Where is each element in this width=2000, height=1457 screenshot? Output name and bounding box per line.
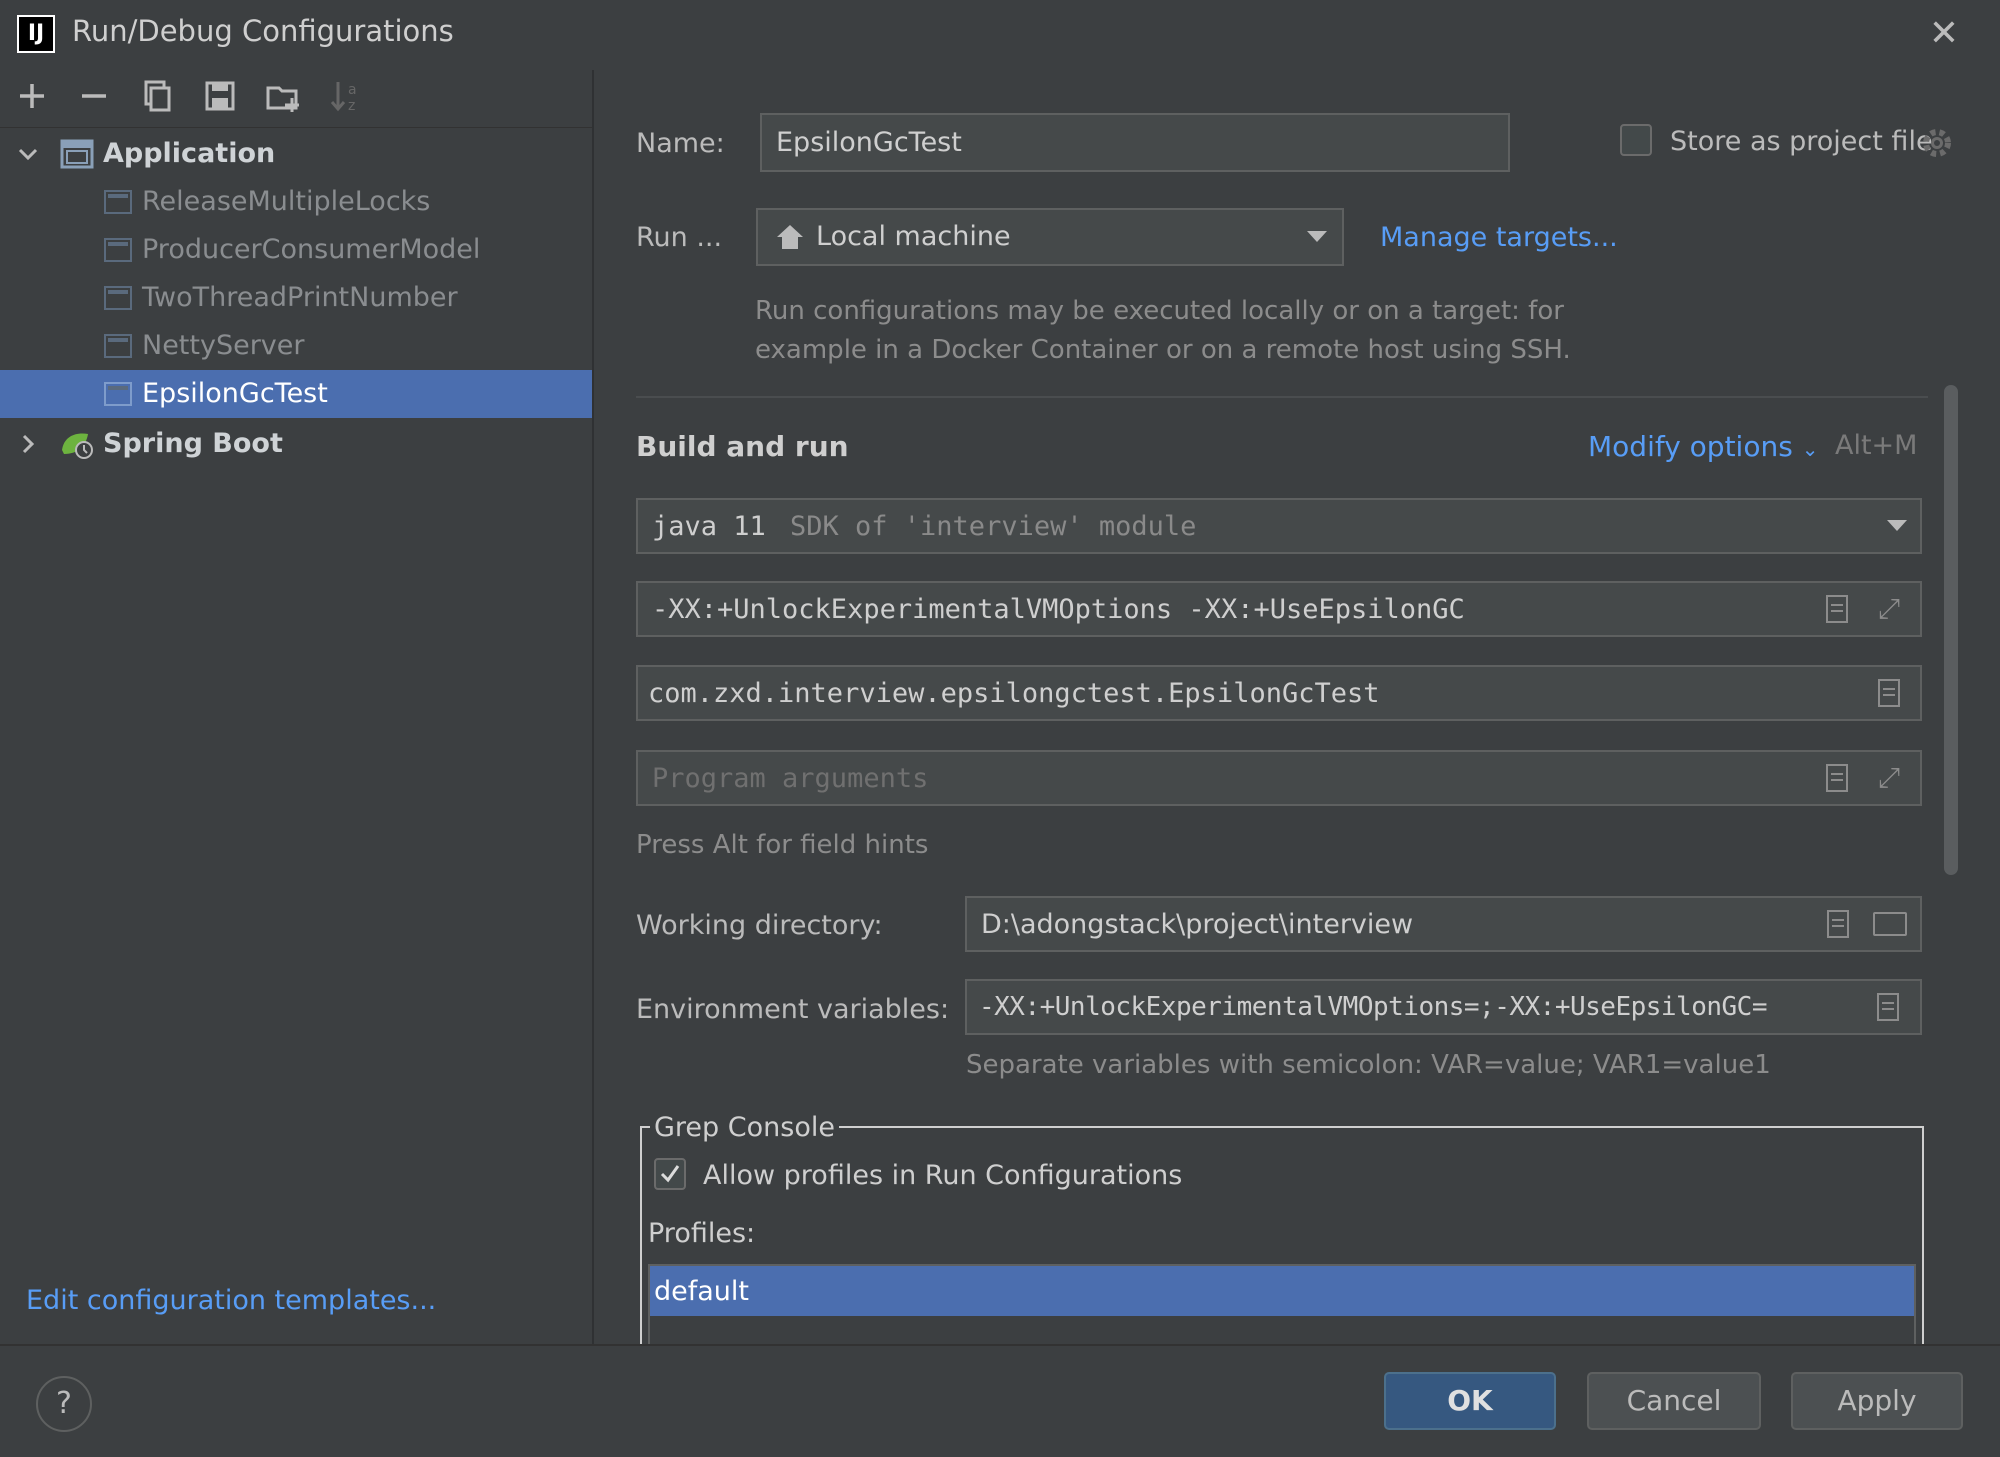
tree-item-producer-consumer-model[interactable]: ProducerConsumerModel bbox=[0, 226, 592, 274]
application-icon bbox=[60, 139, 94, 169]
program-arguments-input[interactable]: Program arguments ⤢ bbox=[636, 750, 1922, 806]
application-config-icon bbox=[104, 238, 132, 262]
document-icon[interactable] bbox=[1878, 679, 1900, 707]
footer-divider bbox=[0, 1344, 2000, 1346]
copy-configuration-button[interactable] bbox=[137, 76, 177, 116]
grep-console-title: Grep Console bbox=[650, 1112, 839, 1143]
chevron-down-icon[interactable] bbox=[16, 142, 40, 166]
document-icon[interactable] bbox=[1877, 993, 1899, 1021]
apply-button[interactable]: Apply bbox=[1791, 1372, 1963, 1430]
toolbar-divider bbox=[0, 127, 592, 128]
sort-configurations-button[interactable]: az bbox=[326, 76, 366, 116]
panel-divider bbox=[592, 70, 594, 1344]
intellij-logo-icon: IJ bbox=[17, 15, 55, 53]
tree-group-application[interactable]: Application bbox=[0, 130, 592, 178]
add-configuration-button[interactable] bbox=[12, 76, 52, 116]
help-button[interactable]: ? bbox=[36, 1376, 92, 1432]
working-directory-label: Working directory: bbox=[636, 910, 883, 941]
run-on-hint-line-2: example in a Docker Container or on a re… bbox=[755, 335, 1571, 365]
profile-item-default[interactable]: default bbox=[650, 1266, 1914, 1316]
chevron-down-icon bbox=[1307, 231, 1327, 242]
application-config-icon bbox=[104, 286, 132, 310]
section-title: Build and run bbox=[636, 430, 849, 463]
store-as-project-file-checkbox[interactable] bbox=[1620, 124, 1652, 156]
working-directory-input[interactable]: D:\adongstack\project\interview bbox=[965, 896, 1922, 952]
environment-variables-input[interactable]: -XX:+UnlockExperimentalVMOptions=;-XX:+U… bbox=[965, 979, 1922, 1035]
application-config-icon bbox=[104, 190, 132, 214]
modify-options-link[interactable]: Modify options ⌄ bbox=[1588, 430, 1818, 463]
save-configuration-button[interactable] bbox=[200, 76, 240, 116]
allow-profiles-checkbox[interactable] bbox=[654, 1158, 686, 1190]
tree-item-label: NettyServer bbox=[142, 330, 305, 361]
run-on-hint-line-1: Run configurations may be executed local… bbox=[755, 296, 1564, 326]
home-icon bbox=[777, 225, 803, 249]
environment-variables-hint: Separate variables with semicolon: VAR=v… bbox=[966, 1050, 1771, 1080]
environment-variables-label: Environment variables: bbox=[636, 994, 950, 1025]
title-bar: IJ Run/Debug Configurations ✕ bbox=[0, 0, 2000, 70]
chevron-right-icon[interactable] bbox=[16, 432, 40, 456]
sort-alphabetically-icon: az bbox=[330, 82, 357, 114]
tree-group-label: Application bbox=[103, 138, 276, 169]
tree-group-label: Spring Boot bbox=[103, 428, 283, 459]
name-input[interactable]: EpsilonGcTest bbox=[760, 113, 1510, 172]
plus-icon bbox=[20, 84, 44, 108]
tree-item-label: ReleaseMultipleLocks bbox=[142, 186, 431, 217]
svg-text:z: z bbox=[348, 98, 355, 114]
field-hints-text: Press Alt for field hints bbox=[636, 830, 929, 860]
tree-item-two-thread-print-number[interactable]: TwoThreadPrintNumber bbox=[0, 274, 592, 322]
main-class-input[interactable]: com.zxd.interview.epsilongctest.EpsilonG… bbox=[636, 665, 1922, 721]
new-folder-icon bbox=[266, 86, 299, 112]
form-scrollbar[interactable] bbox=[1944, 385, 1958, 875]
manage-targets-link[interactable]: Manage targets... bbox=[1380, 222, 1618, 253]
modify-options-shortcut: Alt+M bbox=[1835, 430, 1918, 461]
ok-button[interactable]: OK bbox=[1384, 1372, 1556, 1430]
chevron-down-icon bbox=[1887, 520, 1907, 531]
allow-profiles-label: Allow profiles in Run Configurations bbox=[703, 1160, 1183, 1191]
modify-options-label: Modify options bbox=[1588, 430, 1793, 463]
name-label: Name: bbox=[636, 128, 725, 159]
spring-boot-icon bbox=[62, 433, 93, 459]
move-into-folder-button[interactable] bbox=[263, 76, 303, 116]
tree-item-netty-server[interactable]: NettyServer bbox=[0, 322, 592, 370]
profiles-label: Profiles: bbox=[648, 1218, 756, 1249]
application-config-icon bbox=[104, 382, 132, 406]
chevron-down-icon: ⌄ bbox=[1801, 437, 1819, 461]
copy-icon bbox=[144, 80, 171, 112]
gear-icon[interactable] bbox=[1920, 126, 1954, 160]
svg-text:a: a bbox=[348, 82, 357, 98]
tree-item-label: TwoThreadPrintNumber bbox=[142, 282, 458, 313]
document-icon[interactable] bbox=[1827, 910, 1849, 938]
document-icon[interactable] bbox=[1826, 764, 1848, 792]
tree-item-label: EpsilonGcTest bbox=[142, 378, 328, 409]
folder-icon[interactable] bbox=[1873, 912, 1907, 936]
run-on-dropdown[interactable]: Local machine bbox=[756, 208, 1344, 266]
remove-configuration-button[interactable] bbox=[74, 76, 114, 116]
checkmark-icon bbox=[660, 1165, 680, 1183]
document-icon[interactable] bbox=[1826, 595, 1848, 623]
edit-templates-link[interactable]: Edit configuration templates... bbox=[26, 1285, 436, 1316]
profile-item-label: default bbox=[654, 1276, 750, 1307]
jre-dropdown[interactable]: java 11 SDK of 'interview' module bbox=[636, 498, 1922, 554]
tree-item-release-multiple-locks[interactable]: ReleaseMultipleLocks bbox=[0, 178, 592, 226]
window-title: Run/Debug Configurations bbox=[72, 14, 454, 48]
application-config-icon bbox=[104, 334, 132, 358]
cancel-button[interactable]: Cancel bbox=[1587, 1372, 1761, 1430]
tree-group-spring-boot[interactable]: Spring Boot bbox=[0, 420, 592, 468]
close-icon[interactable]: ✕ bbox=[1924, 14, 1964, 54]
section-divider bbox=[636, 396, 1928, 398]
expand-icon[interactable]: ⤢ bbox=[1874, 763, 1904, 793]
minus-icon bbox=[82, 94, 106, 98]
save-icon bbox=[205, 81, 235, 111]
tree-item-epsilon-gc-test[interactable]: EpsilonGcTest bbox=[0, 370, 592, 418]
run-on-label: Run ... bbox=[636, 222, 723, 253]
expand-icon[interactable]: ⤢ bbox=[1874, 594, 1904, 624]
tree-item-label: ProducerConsumerModel bbox=[142, 234, 481, 265]
store-as-project-file-label: Store as project file bbox=[1670, 126, 1933, 157]
vm-options-input[interactable]: -XX:+UnlockExperimentalVMOptions -XX:+Us… bbox=[636, 581, 1922, 637]
